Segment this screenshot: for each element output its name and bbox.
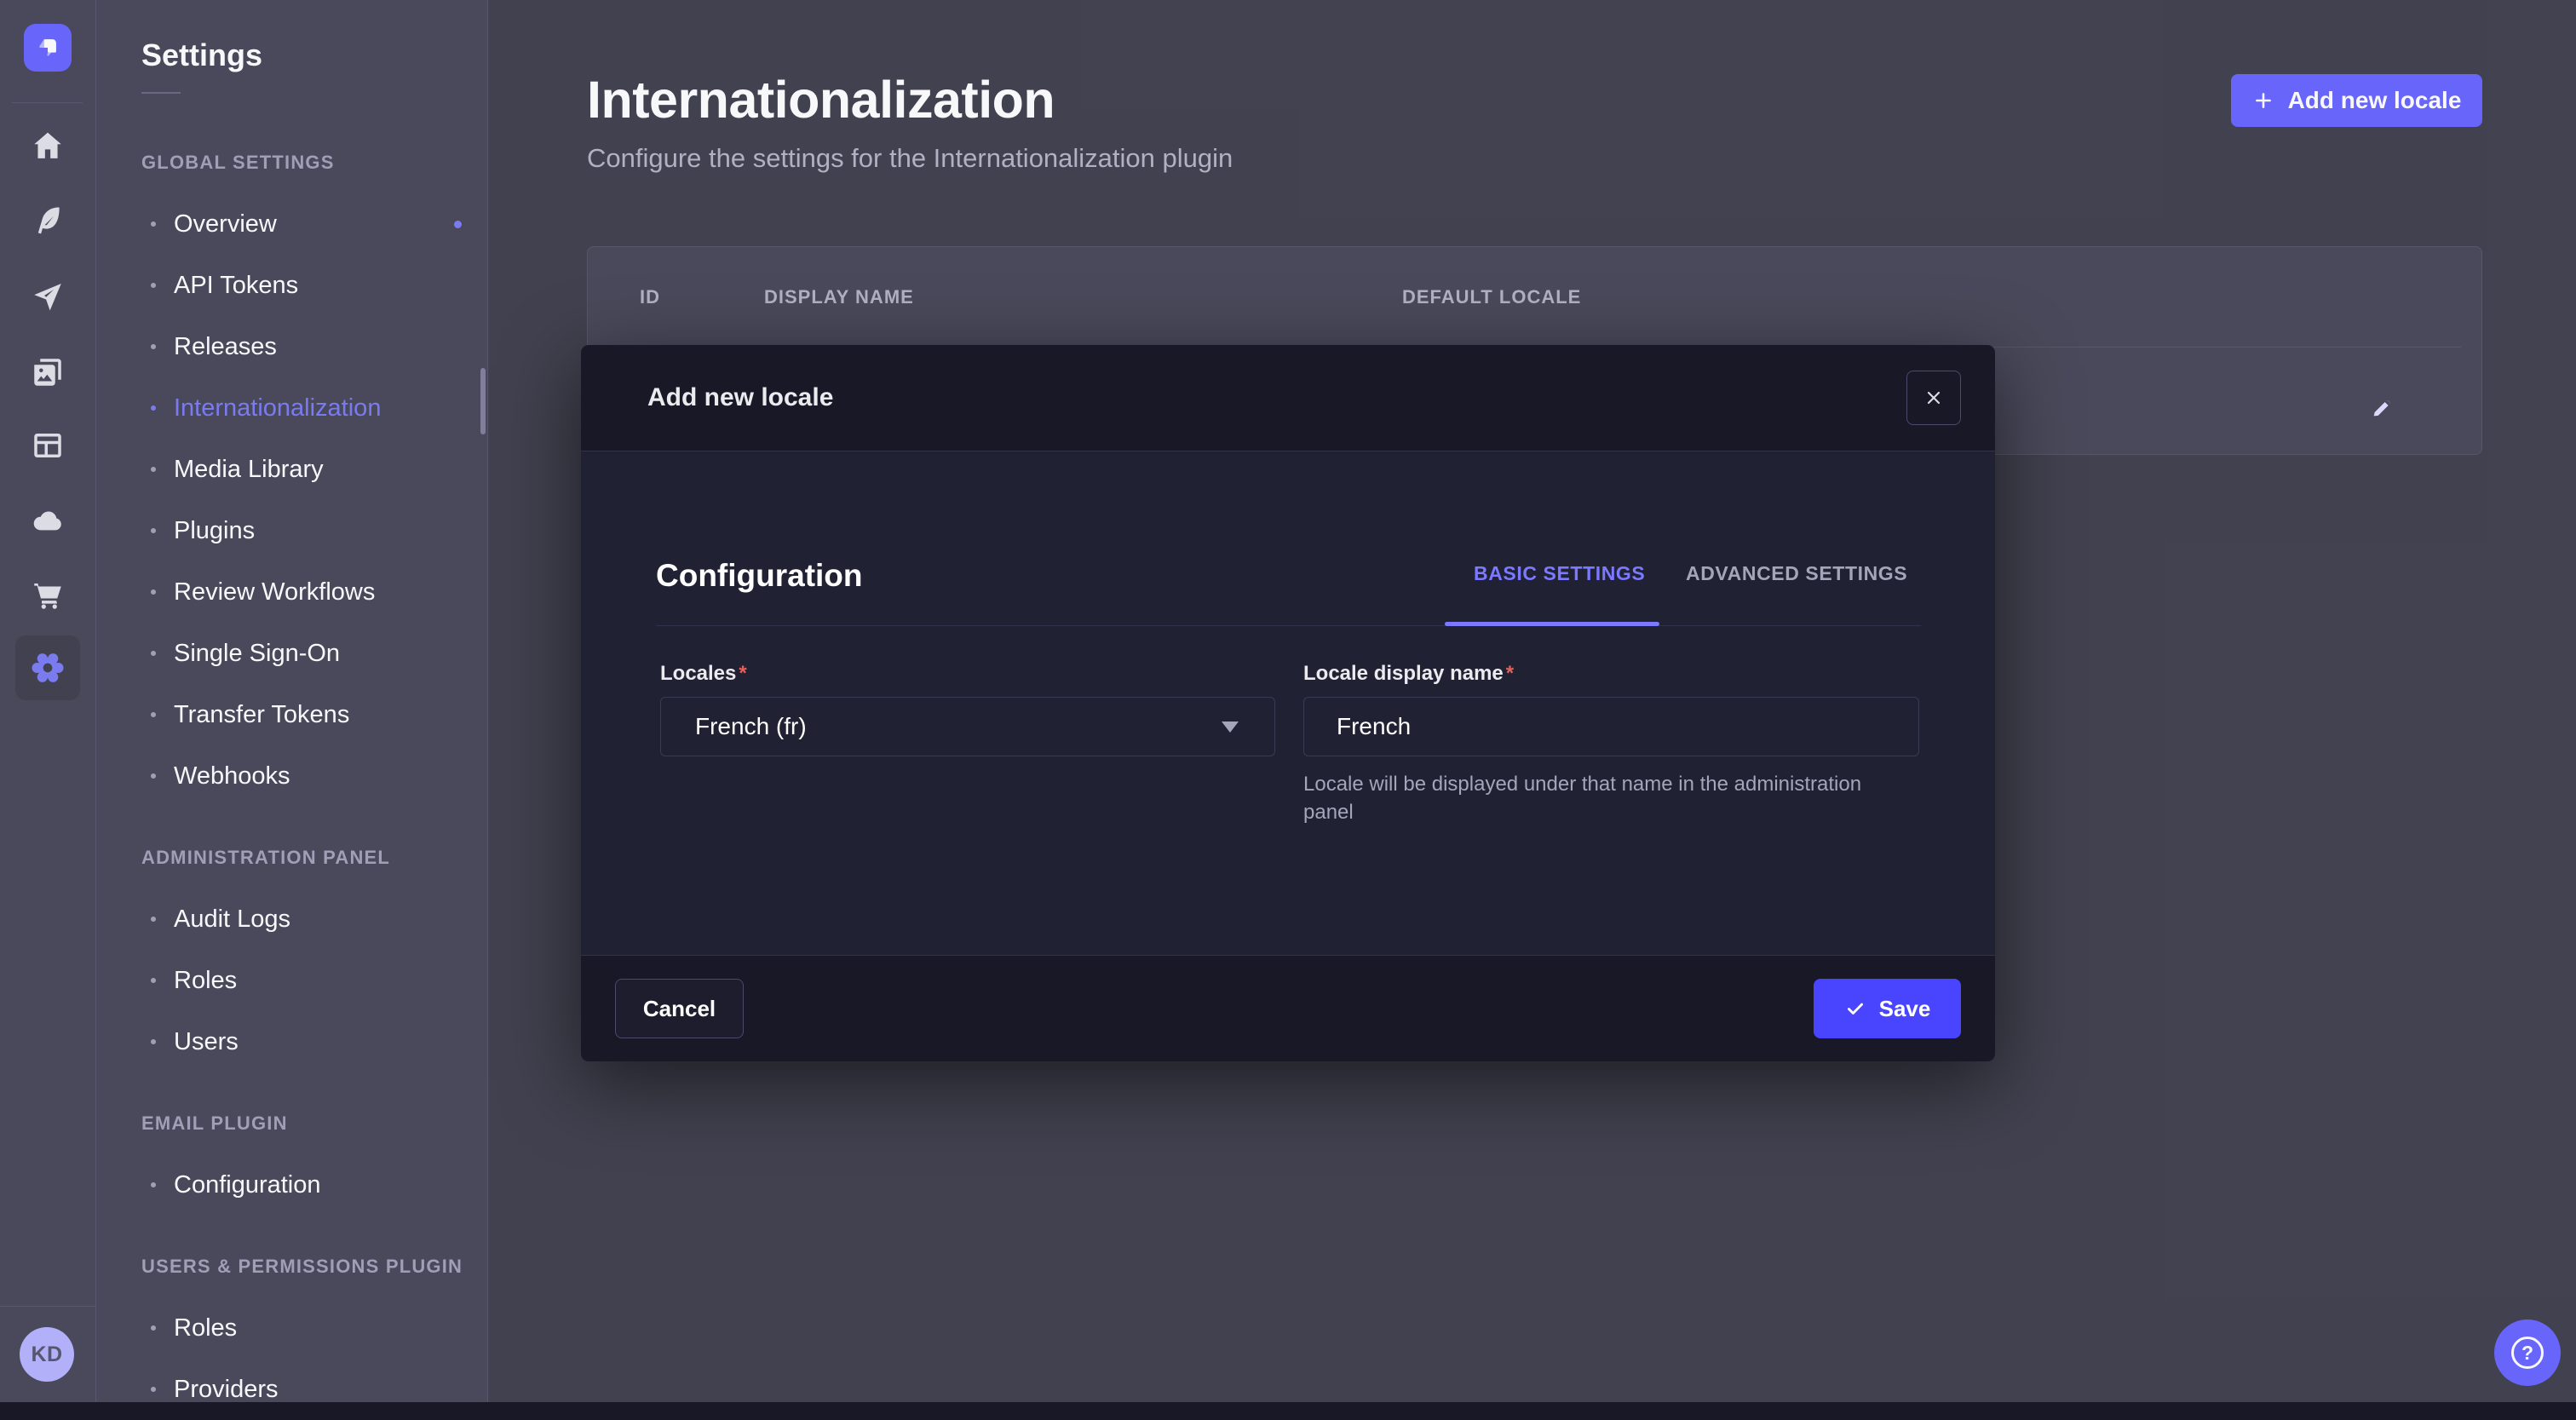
configuration-heading: Configuration — [656, 558, 863, 594]
save-button[interactable]: Save — [1814, 979, 1961, 1038]
save-label: Save — [1879, 996, 1931, 1022]
close-icon — [1923, 388, 1944, 408]
modal-title: Add new locale — [647, 383, 833, 412]
chevron-down-icon — [1222, 721, 1239, 733]
tab-advanced-settings[interactable]: ADVANCED SETTINGS — [1686, 562, 1907, 585]
active-tab-underline — [1445, 622, 1659, 626]
display-name-helper: Locale will be displayed under that name… — [1303, 770, 1900, 826]
locales-label: Locales* — [660, 662, 747, 686]
cancel-button[interactable]: Cancel — [615, 979, 744, 1038]
tabs-divider — [656, 625, 1921, 626]
add-locale-modal: Add new locale Configuration BASIC SETTI… — [581, 345, 1995, 1061]
display-name-label: Locale display name* — [1303, 662, 1514, 686]
locales-select-value: French (fr) — [695, 713, 807, 740]
close-modal-button[interactable] — [1906, 371, 1961, 425]
locales-select[interactable]: French (fr) — [660, 697, 1275, 756]
check-icon — [1844, 997, 1866, 1020]
modal-header: Add new locale — [581, 345, 1995, 451]
display-name-input[interactable] — [1303, 697, 1919, 756]
modal-footer: Cancel Save — [581, 955, 1995, 1061]
modal-body: Configuration BASIC SETTINGS ADVANCED SE… — [581, 451, 1995, 955]
tab-basic-settings[interactable]: BASIC SETTINGS — [1474, 562, 1645, 585]
